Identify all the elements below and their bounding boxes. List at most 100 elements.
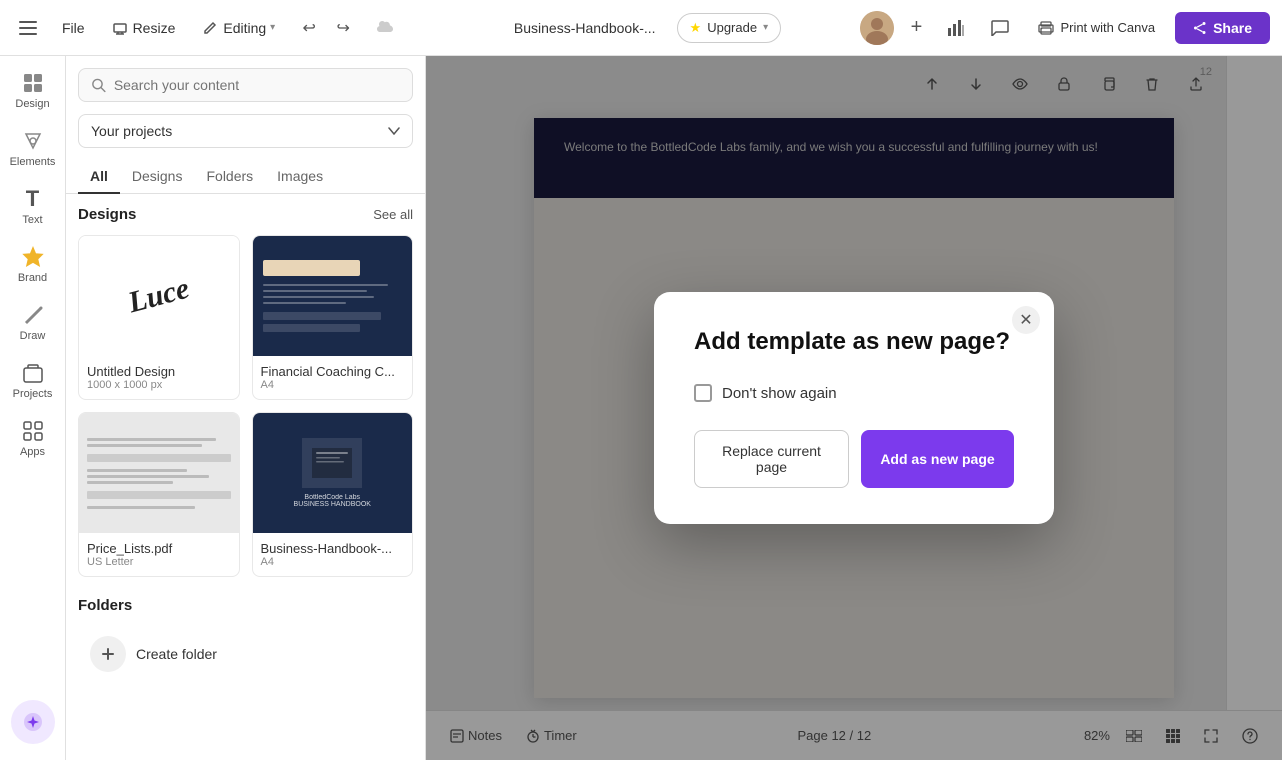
add-as-new-page-button[interactable]: Add as new page	[861, 430, 1014, 488]
redo-icon: ↪	[337, 18, 350, 38]
design-thumbnail-pricelist	[79, 413, 239, 533]
sidebar-item-brand[interactable]: Brand	[4, 238, 62, 292]
modal-checkbox-row: Don't show again	[694, 384, 1014, 402]
sidebar-projects-label: Projects	[13, 388, 53, 400]
analytics-button[interactable]	[938, 10, 974, 46]
comments-button[interactable]	[982, 10, 1018, 46]
design-card-pricelist[interactable]: Price_Lists.pdf US Letter	[78, 412, 240, 577]
design-name-untitled: Untitled Design	[87, 364, 231, 379]
main-layout: Design Elements T Text Brand Draw	[0, 56, 1282, 760]
undo-redo-group: ↩ ↪	[293, 12, 359, 44]
undo-icon: ↩	[303, 18, 316, 38]
panel-search-area	[66, 56, 425, 114]
magic-button-wrapper	[11, 700, 55, 752]
designs-section-header: Designs See all	[78, 206, 413, 223]
toolbar-center: Business-Handbook-... ★ Upgrade ▾	[501, 13, 781, 43]
modal-title: Add template as new page?	[694, 328, 1014, 357]
sidebar-item-elements[interactable]: Elements	[4, 122, 62, 176]
search-icon	[91, 77, 106, 93]
untitled-thumb-text: Luce	[125, 272, 193, 321]
text-icon: T	[26, 188, 39, 210]
modal-close-button[interactable]: ✕	[1012, 306, 1040, 334]
panel-content: Designs See all Luce Untitled Design 100…	[66, 194, 425, 760]
sidebar-item-magic[interactable]	[11, 700, 55, 744]
designs-section-title: Designs	[78, 206, 136, 223]
design-meta-untitled: 1000 x 1000 px	[87, 379, 231, 391]
toolbar-left: File Resize Editing ▾ ↩ ↪	[12, 10, 493, 46]
design-thumbnail-handbook: BottledCode LabsBUSINESS HANDBOOK	[253, 413, 413, 533]
left-sidebar: Design Elements T Text Brand Draw	[0, 56, 66, 760]
sidebar-text-label: Text	[22, 214, 42, 226]
redo-button[interactable]: ↪	[327, 12, 359, 44]
file-label: File	[62, 20, 85, 36]
sidebar-design-label: Design	[15, 98, 49, 110]
editing-button[interactable]: Editing ▾	[193, 14, 285, 42]
design-info-pricelist: Price_Lists.pdf US Letter	[79, 533, 239, 576]
tab-folders[interactable]: Folders	[194, 160, 265, 194]
create-folder-label: Create folder	[136, 646, 217, 662]
design-card-financial[interactable]: Financial Coaching C... A4	[252, 235, 414, 400]
sidebar-elements-label: Elements	[10, 156, 56, 168]
design-name-pricelist: Price_Lists.pdf	[87, 541, 231, 556]
resize-button[interactable]: Resize	[103, 14, 186, 42]
file-menu-button[interactable]: File	[52, 14, 95, 42]
modal-actions: Replace current page Add as new page	[694, 430, 1014, 488]
design-name-handbook: Business-Handbook-...	[261, 541, 405, 556]
sidebar-item-draw[interactable]: Draw	[4, 296, 62, 350]
project-select-dropdown[interactable]: Your projects	[78, 114, 413, 148]
sidebar-item-design[interactable]: Design	[4, 64, 62, 118]
print-button[interactable]: Print with Canva	[1026, 14, 1167, 41]
document-title: Business-Handbook-...	[514, 20, 656, 36]
design-meta-handbook: A4	[261, 556, 405, 568]
sidebar-item-projects[interactable]: Projects	[4, 354, 62, 408]
search-box	[78, 68, 413, 102]
design-thumbnail-financial	[253, 236, 413, 356]
tab-all[interactable]: All	[78, 160, 120, 194]
editing-label: Editing	[223, 20, 266, 36]
editing-chevron: ▾	[270, 22, 275, 33]
share-label: Share	[1213, 20, 1252, 36]
document-title-button[interactable]: Business-Handbook-...	[501, 13, 669, 43]
dont-show-again-label[interactable]: Don't show again	[722, 385, 837, 402]
top-toolbar: File Resize Editing ▾ ↩ ↪	[0, 0, 1282, 56]
panel-tabs: All Designs Folders Images	[66, 160, 425, 194]
sidebar-apps-label: Apps	[20, 446, 45, 458]
design-meta-pricelist: US Letter	[87, 556, 231, 568]
upgrade-star-icon: ★	[690, 20, 702, 36]
menu-button[interactable]	[12, 12, 44, 44]
folders-section-header: Folders	[78, 597, 413, 614]
replace-current-page-button[interactable]: Replace current page	[694, 430, 849, 488]
create-folder-button[interactable]: Create folder	[78, 626, 413, 682]
share-button[interactable]: Share	[1175, 12, 1270, 44]
print-label: Print with Canva	[1060, 20, 1155, 35]
see-all-button[interactable]: See all	[373, 207, 413, 222]
sidebar-draw-label: Draw	[20, 330, 46, 342]
search-input[interactable]	[114, 77, 400, 93]
design-thumbnail-untitled: Luce	[79, 236, 239, 356]
sidebar-item-apps[interactable]: Apps	[4, 412, 62, 466]
upgrade-button[interactable]: ★ Upgrade ▾	[677, 13, 782, 43]
upgrade-label: Upgrade	[707, 20, 757, 35]
sidebar-item-text[interactable]: T Text	[4, 180, 62, 234]
design-info-untitled: Untitled Design 1000 x 1000 px	[79, 356, 239, 399]
add-template-modal: ✕ Add template as new page? Don't show a…	[654, 292, 1054, 525]
design-card-untitled[interactable]: Luce Untitled Design 1000 x 1000 px	[78, 235, 240, 400]
dont-show-again-checkbox[interactable]	[694, 384, 712, 402]
folders-section-title: Folders	[78, 597, 132, 614]
design-card-handbook[interactable]: BottledCode LabsBUSINESS HANDBOOK Busine…	[252, 412, 414, 577]
design-info-financial: Financial Coaching C... A4	[253, 356, 413, 399]
canvas-area: 12	[426, 56, 1282, 760]
user-avatar[interactable]	[860, 11, 894, 45]
toolbar-right: + Print with Canva	[789, 10, 1270, 46]
project-select-label: Your projects	[91, 123, 172, 139]
sidebar-brand-label: Brand	[18, 272, 47, 284]
tab-designs[interactable]: Designs	[120, 160, 195, 194]
add-page-button[interactable]: +	[902, 14, 930, 42]
designs-grid: Luce Untitled Design 1000 x 1000 px	[78, 235, 413, 577]
undo-button[interactable]: ↩	[293, 12, 325, 44]
save-to-cloud-button[interactable]	[367, 10, 403, 46]
design-info-handbook: Business-Handbook-... A4	[253, 533, 413, 576]
chevron-down-icon	[388, 127, 400, 135]
tab-images[interactable]: Images	[265, 160, 335, 194]
content-panel: Your projects All Designs Folders Images…	[66, 56, 426, 760]
